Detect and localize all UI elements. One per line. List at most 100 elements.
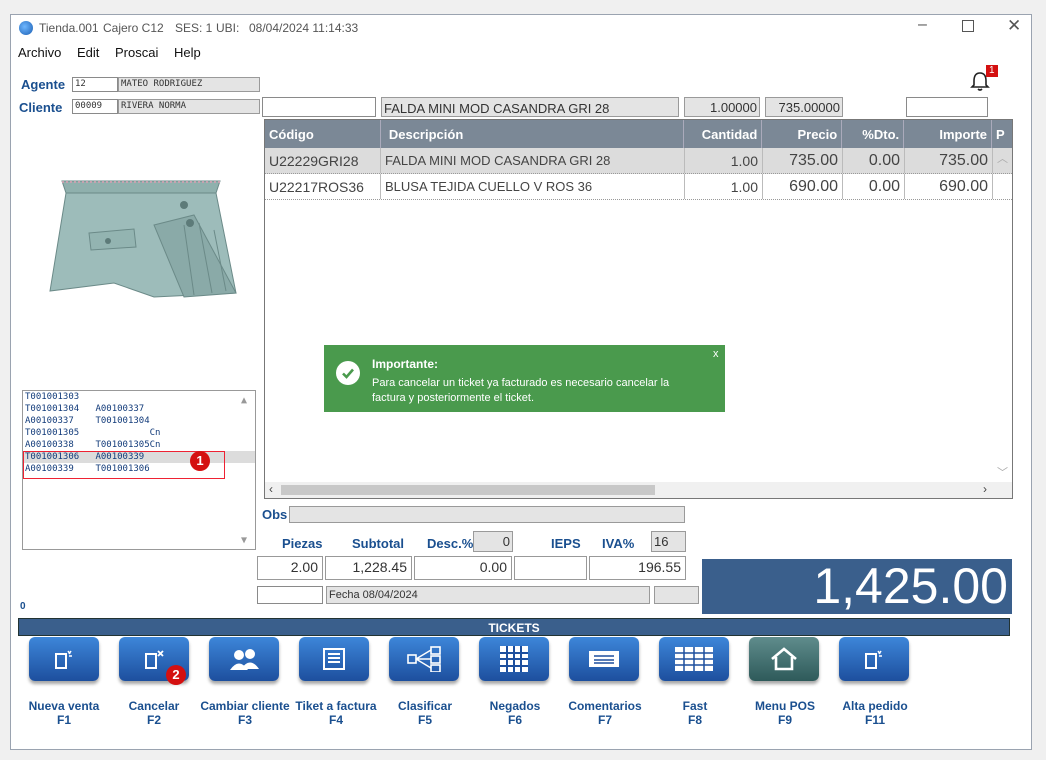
grid-icon[interactable] (479, 637, 549, 681)
row-price: 735.00 (763, 148, 843, 173)
product-code-input[interactable] (262, 97, 376, 117)
new-sale-icon[interactable] (29, 637, 99, 681)
check-circle-icon (336, 361, 360, 385)
ieps-label: IEPS (551, 536, 581, 551)
table-icon[interactable] (659, 637, 729, 681)
fecha-field: Fecha 08/04/2024 (326, 586, 650, 604)
col-header-codigo[interactable]: Código (265, 120, 381, 148)
row-code: U22217ROS36 (265, 174, 381, 199)
app-globe-icon (19, 21, 33, 35)
hierarchy-icon[interactable] (389, 637, 459, 681)
agent-code-field[interactable]: 12 (72, 77, 118, 92)
tiket-a-factura-button[interactable] (299, 637, 369, 681)
button-label: Alta pedido (842, 699, 908, 713)
notification-badge: 1 (986, 65, 998, 77)
col-header-importe[interactable]: Importe (904, 120, 993, 148)
alta-pedido-label[interactable]: Alta pedido F11 (830, 699, 920, 727)
menu-archivo[interactable]: Archivo (18, 45, 61, 60)
menu-help[interactable]: Help (174, 45, 201, 60)
menu-edit[interactable]: Edit (77, 45, 99, 60)
title-bar: Tienda.001 Cajero C12 SES: 1 UBI: 08/04/… (11, 15, 1031, 41)
menu-pos-button[interactable] (749, 637, 819, 681)
product-extra-input[interactable] (906, 97, 988, 117)
desc-pct-field: 0 (473, 531, 513, 552)
comentarios-button[interactable] (569, 637, 639, 681)
clasificar-button[interactable] (389, 637, 459, 681)
row-description: FALDA MINI MOD CASANDRA GRI 28 (381, 148, 685, 173)
fast-button[interactable] (659, 637, 729, 681)
button-key: F7 (597, 713, 612, 727)
small-blank-field[interactable] (257, 586, 323, 604)
table-row[interactable]: U22217ROS36 BLUSA TEJIDA CUELLO V ROS 36… (265, 174, 1012, 200)
row-description: BLUSA TEJIDA CUELLO V ROS 36 (381, 174, 685, 199)
menu-bar: Archivo Edit Proscai Help (11, 42, 1031, 64)
info-toast: Importante: Para cancelar un ticket ya f… (324, 345, 725, 412)
menu-pos-label[interactable]: Menu POS F9 (740, 699, 830, 727)
button-label: Clasificar (397, 699, 453, 713)
button-key: F11 (864, 713, 885, 727)
alta-pedido-button[interactable] (839, 637, 909, 681)
window-title-app: Tienda.001 (39, 21, 99, 35)
grid-scroll-up-icon[interactable]: ︿ (997, 150, 1008, 166)
col-header-p[interactable]: P (992, 120, 1012, 148)
button-key: F9 (777, 713, 792, 727)
clasificar-label[interactable]: Clasificar F5 (380, 699, 470, 727)
row-qty: 1.00 (685, 148, 763, 173)
comment-icon[interactable] (569, 637, 639, 681)
ticket-list-item[interactable]: A00100337 T001001304 (23, 415, 255, 427)
grid-scroll-down-icon[interactable]: ﹀ (997, 464, 1008, 480)
cambiar-cliente-button[interactable] (209, 637, 279, 681)
ticket-list-item[interactable]: A00100338 T001001305Cn (23, 439, 255, 451)
col-header-cantidad[interactable]: Cantidad (684, 120, 763, 148)
button-key: F2 (146, 713, 161, 727)
col-header-descripcion[interactable]: Descripción (381, 120, 685, 148)
row-price: 690.00 (763, 174, 843, 199)
users-icon[interactable] (209, 637, 279, 681)
toast-close-button[interactable]: x (713, 348, 719, 360)
notifications-button[interactable]: 1 (969, 65, 998, 95)
comentarios-label[interactable]: Comentarios F7 (560, 699, 650, 727)
horizontal-scrollbar[interactable]: ‹ › (265, 482, 1012, 498)
row-amount: 735.00 (905, 148, 993, 173)
window-title-ubi: UBI: (216, 21, 240, 35)
desc-value: 0.00 (414, 556, 512, 580)
nueva-venta-button[interactable] (29, 637, 99, 681)
new-order-icon[interactable] (839, 637, 909, 681)
scroll-thumb[interactable] (281, 485, 655, 495)
window-title-cashier: Cajero C12 (103, 21, 164, 35)
client-code-field[interactable]: 00009 (72, 99, 118, 114)
list-scroll-up-icon[interactable]: ▲ (241, 395, 247, 406)
home-icon[interactable] (749, 637, 819, 681)
col-header-dto[interactable]: %Dto. (842, 120, 905, 148)
button-key: F4 (328, 713, 343, 727)
close-window-button[interactable]: ✕ (1007, 16, 1021, 36)
cancelar-label[interactable]: Cancelar F2 (109, 699, 199, 727)
scroll-left-icon[interactable]: ‹ (269, 482, 273, 496)
fast-label[interactable]: Fast F8 (650, 699, 740, 727)
col-header-precio[interactable]: Precio (762, 120, 843, 148)
row-amount: 690.00 (905, 174, 993, 199)
callout-badge-two: 2 (166, 665, 186, 685)
cambiar-cliente-label[interactable]: Cambiar cliente F3 (199, 699, 291, 727)
obs-field[interactable] (289, 506, 685, 523)
nueva-venta-label[interactable]: Nueva venta F1 (19, 699, 109, 727)
scroll-right-icon[interactable]: › (983, 482, 987, 496)
menu-proscai[interactable]: Proscai (115, 45, 158, 60)
minimize-button[interactable]: – (918, 16, 927, 34)
negados-button[interactable] (479, 637, 549, 681)
window-title-session: SES: 1 (175, 21, 213, 35)
tickets-section-bar: TICKETS (18, 618, 1010, 636)
maximize-button[interactable] (962, 20, 974, 32)
ticket-list-item[interactable]: T001001303 (23, 391, 255, 403)
tiket-a-factura-label[interactable]: Tiket a factura F4 (291, 699, 381, 727)
items-grid: Código Descripción Cantidad Precio %Dto.… (264, 119, 1013, 499)
desc-label: Desc.% (427, 536, 474, 551)
ticket-list-item[interactable]: T001001304 A00100337 (23, 403, 255, 415)
blank-gray-field (654, 586, 699, 604)
list-scroll-down-icon[interactable]: ▼ (241, 535, 247, 546)
ticket-list-item[interactable]: T001001305 Cn (23, 427, 255, 439)
invoice-icon[interactable] (299, 637, 369, 681)
left-counter: 0 (20, 601, 26, 612)
table-row[interactable]: U22229GRI28 FALDA MINI MOD CASANDRA GRI … (265, 148, 1012, 174)
negados-label[interactable]: Negados F6 (470, 699, 560, 727)
